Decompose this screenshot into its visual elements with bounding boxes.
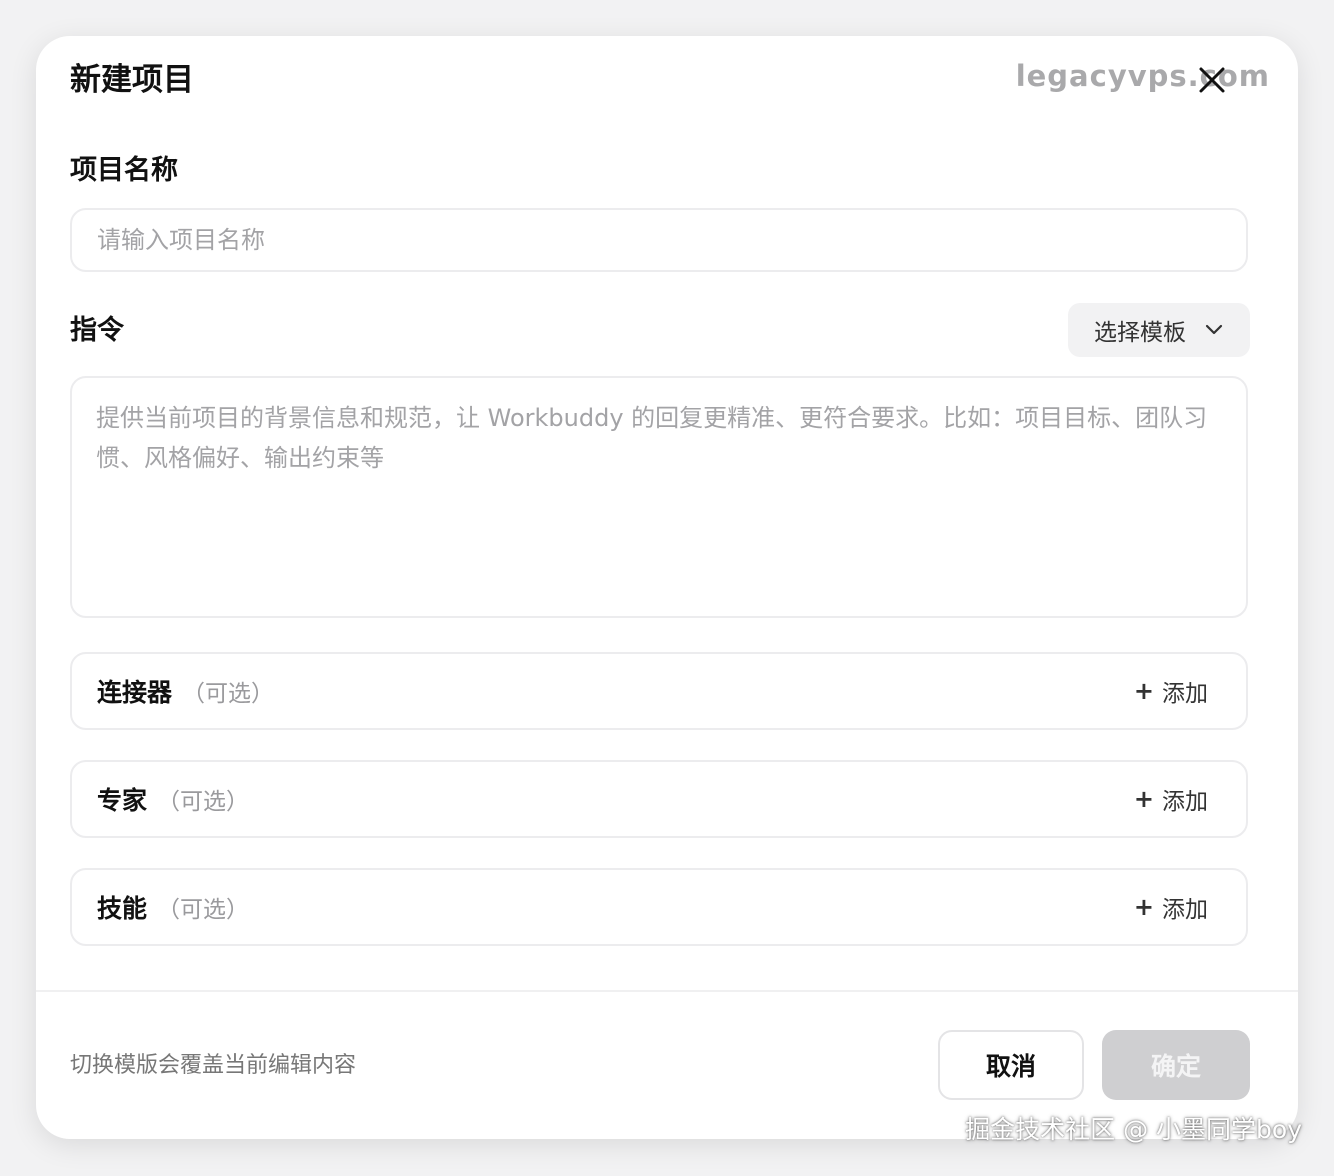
skills-section: 技能 （可选） + 添加 (70, 868, 1248, 946)
project-name-input[interactable] (70, 208, 1248, 272)
add-skill-label: 添加 (1162, 897, 1208, 923)
confirm-button[interactable]: 确定 (1102, 1030, 1250, 1100)
footer-divider (36, 990, 1298, 992)
add-expert-label: 添加 (1162, 789, 1208, 815)
connectors-title: 连接器 (97, 678, 173, 707)
skills-optional-hint: （可选） (157, 897, 250, 923)
add-connector-label: 添加 (1162, 681, 1208, 707)
plus-icon: + (1133, 677, 1154, 705)
close-button[interactable] (1196, 64, 1228, 96)
plus-icon: + (1133, 893, 1154, 921)
plus-icon: + (1133, 785, 1154, 813)
experts-section: 专家 （可选） + 添加 (70, 760, 1248, 838)
cancel-button[interactable]: 取消 (938, 1030, 1084, 1100)
screen: 新建项目 legacyvps.com 项目名称 指令 选择模板 连接器 （可选）… (0, 0, 1334, 1176)
add-skill-button[interactable]: + 添加 (1134, 890, 1222, 924)
instruction-textarea[interactable] (70, 376, 1248, 618)
select-template-button[interactable]: 选择模板 (1068, 303, 1250, 357)
instruction-label: 指令 (70, 315, 124, 346)
dialog-title: 新建项目 (70, 62, 194, 98)
dialog-header: 新建项目 legacyvps.com (70, 58, 1269, 102)
chevron-down-icon (1205, 324, 1223, 335)
experts-title: 专家 (97, 786, 148, 815)
experts-optional-hint: （可选） (157, 789, 250, 815)
select-template-label: 选择模板 (1094, 320, 1186, 346)
add-expert-button[interactable]: + 添加 (1134, 782, 1222, 816)
connectors-section: 连接器 （可选） + 添加 (70, 652, 1248, 730)
close-icon (1199, 67, 1225, 93)
footer-note: 切换模版会覆盖当前编辑内容 (70, 1053, 357, 1078)
project-name-label: 项目名称 (70, 155, 178, 186)
connectors-optional-hint: （可选） (182, 681, 275, 707)
watermark-bottom: 掘金技术社区 @ 小墨同学boy (965, 1115, 1302, 1144)
watermark-top: legacyvps.com (1015, 59, 1270, 93)
add-connector-button[interactable]: + 添加 (1134, 674, 1222, 708)
new-project-dialog: 新建项目 legacyvps.com 项目名称 指令 选择模板 连接器 （可选）… (36, 36, 1298, 1139)
skills-title: 技能 (97, 894, 148, 923)
